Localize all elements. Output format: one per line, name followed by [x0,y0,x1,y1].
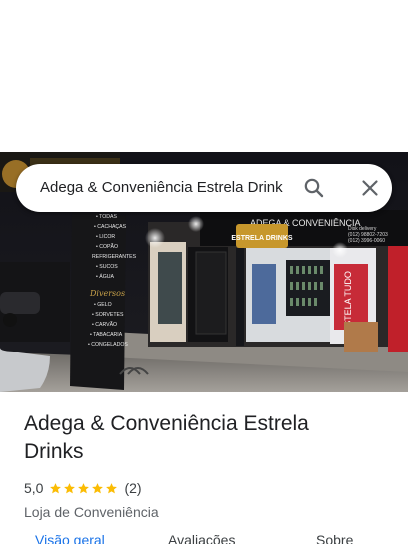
star-rating [49,482,118,495]
star-icon [64,482,76,493]
star-icon [50,482,62,493]
place-tabs: Visão geral Avaliações Sobre [0,528,408,544]
place-info: Adega & Conveniência Estrela Drinks 5,0 … [0,392,408,544]
pillar-item: • CARVÃO [92,321,117,328]
star-icon [106,482,118,493]
search-icon[interactable] [302,176,326,200]
review-count[interactable]: (2) [124,480,141,496]
place-category[interactable]: Loja de Conveniência [24,502,384,522]
rating-row[interactable]: 5,0 (2) [24,478,384,498]
pillar-item: • SUCOS [96,264,118,270]
star-icon [78,482,90,493]
pillar-item: • ÁGUA [96,273,114,280]
search-bar[interactable]: Adega & Conveniência Estrela Drink [16,164,392,212]
pillar-item: • LICOR [96,234,115,240]
star-icon [92,482,104,493]
phone-line-3: (012) 3996-0060 [348,238,385,244]
pillar-item: • TABACARIA [90,332,123,338]
pillar-item: • SORVETES [92,312,124,318]
pillar-item: • TODAS [96,214,117,220]
search-input[interactable]: Adega & Conveniência Estrela Drink [40,164,292,212]
tab-about[interactable]: Sobre [316,532,353,544]
tab-reviews[interactable]: Avaliações [168,532,235,544]
tab-overview[interactable]: Visão geral [35,532,105,544]
blank-area [0,0,408,152]
pillar-item: • CACHAÇAS [94,224,127,230]
close-icon[interactable] [358,176,382,200]
rating-value: 5,0 [24,480,44,496]
pillar-item: • GELO [94,302,112,308]
pillar-item: • COPÃO [96,243,118,250]
pillar-item: REFRIGERANTES [92,254,137,260]
place-title: Adega & Conveniência Estrela Drinks [24,412,309,463]
pillar-title: Diversos [89,289,125,298]
pillar-item: • CONGELADOS [88,342,128,348]
sign-brand-text: ESTRELA DRINKS [231,235,293,242]
